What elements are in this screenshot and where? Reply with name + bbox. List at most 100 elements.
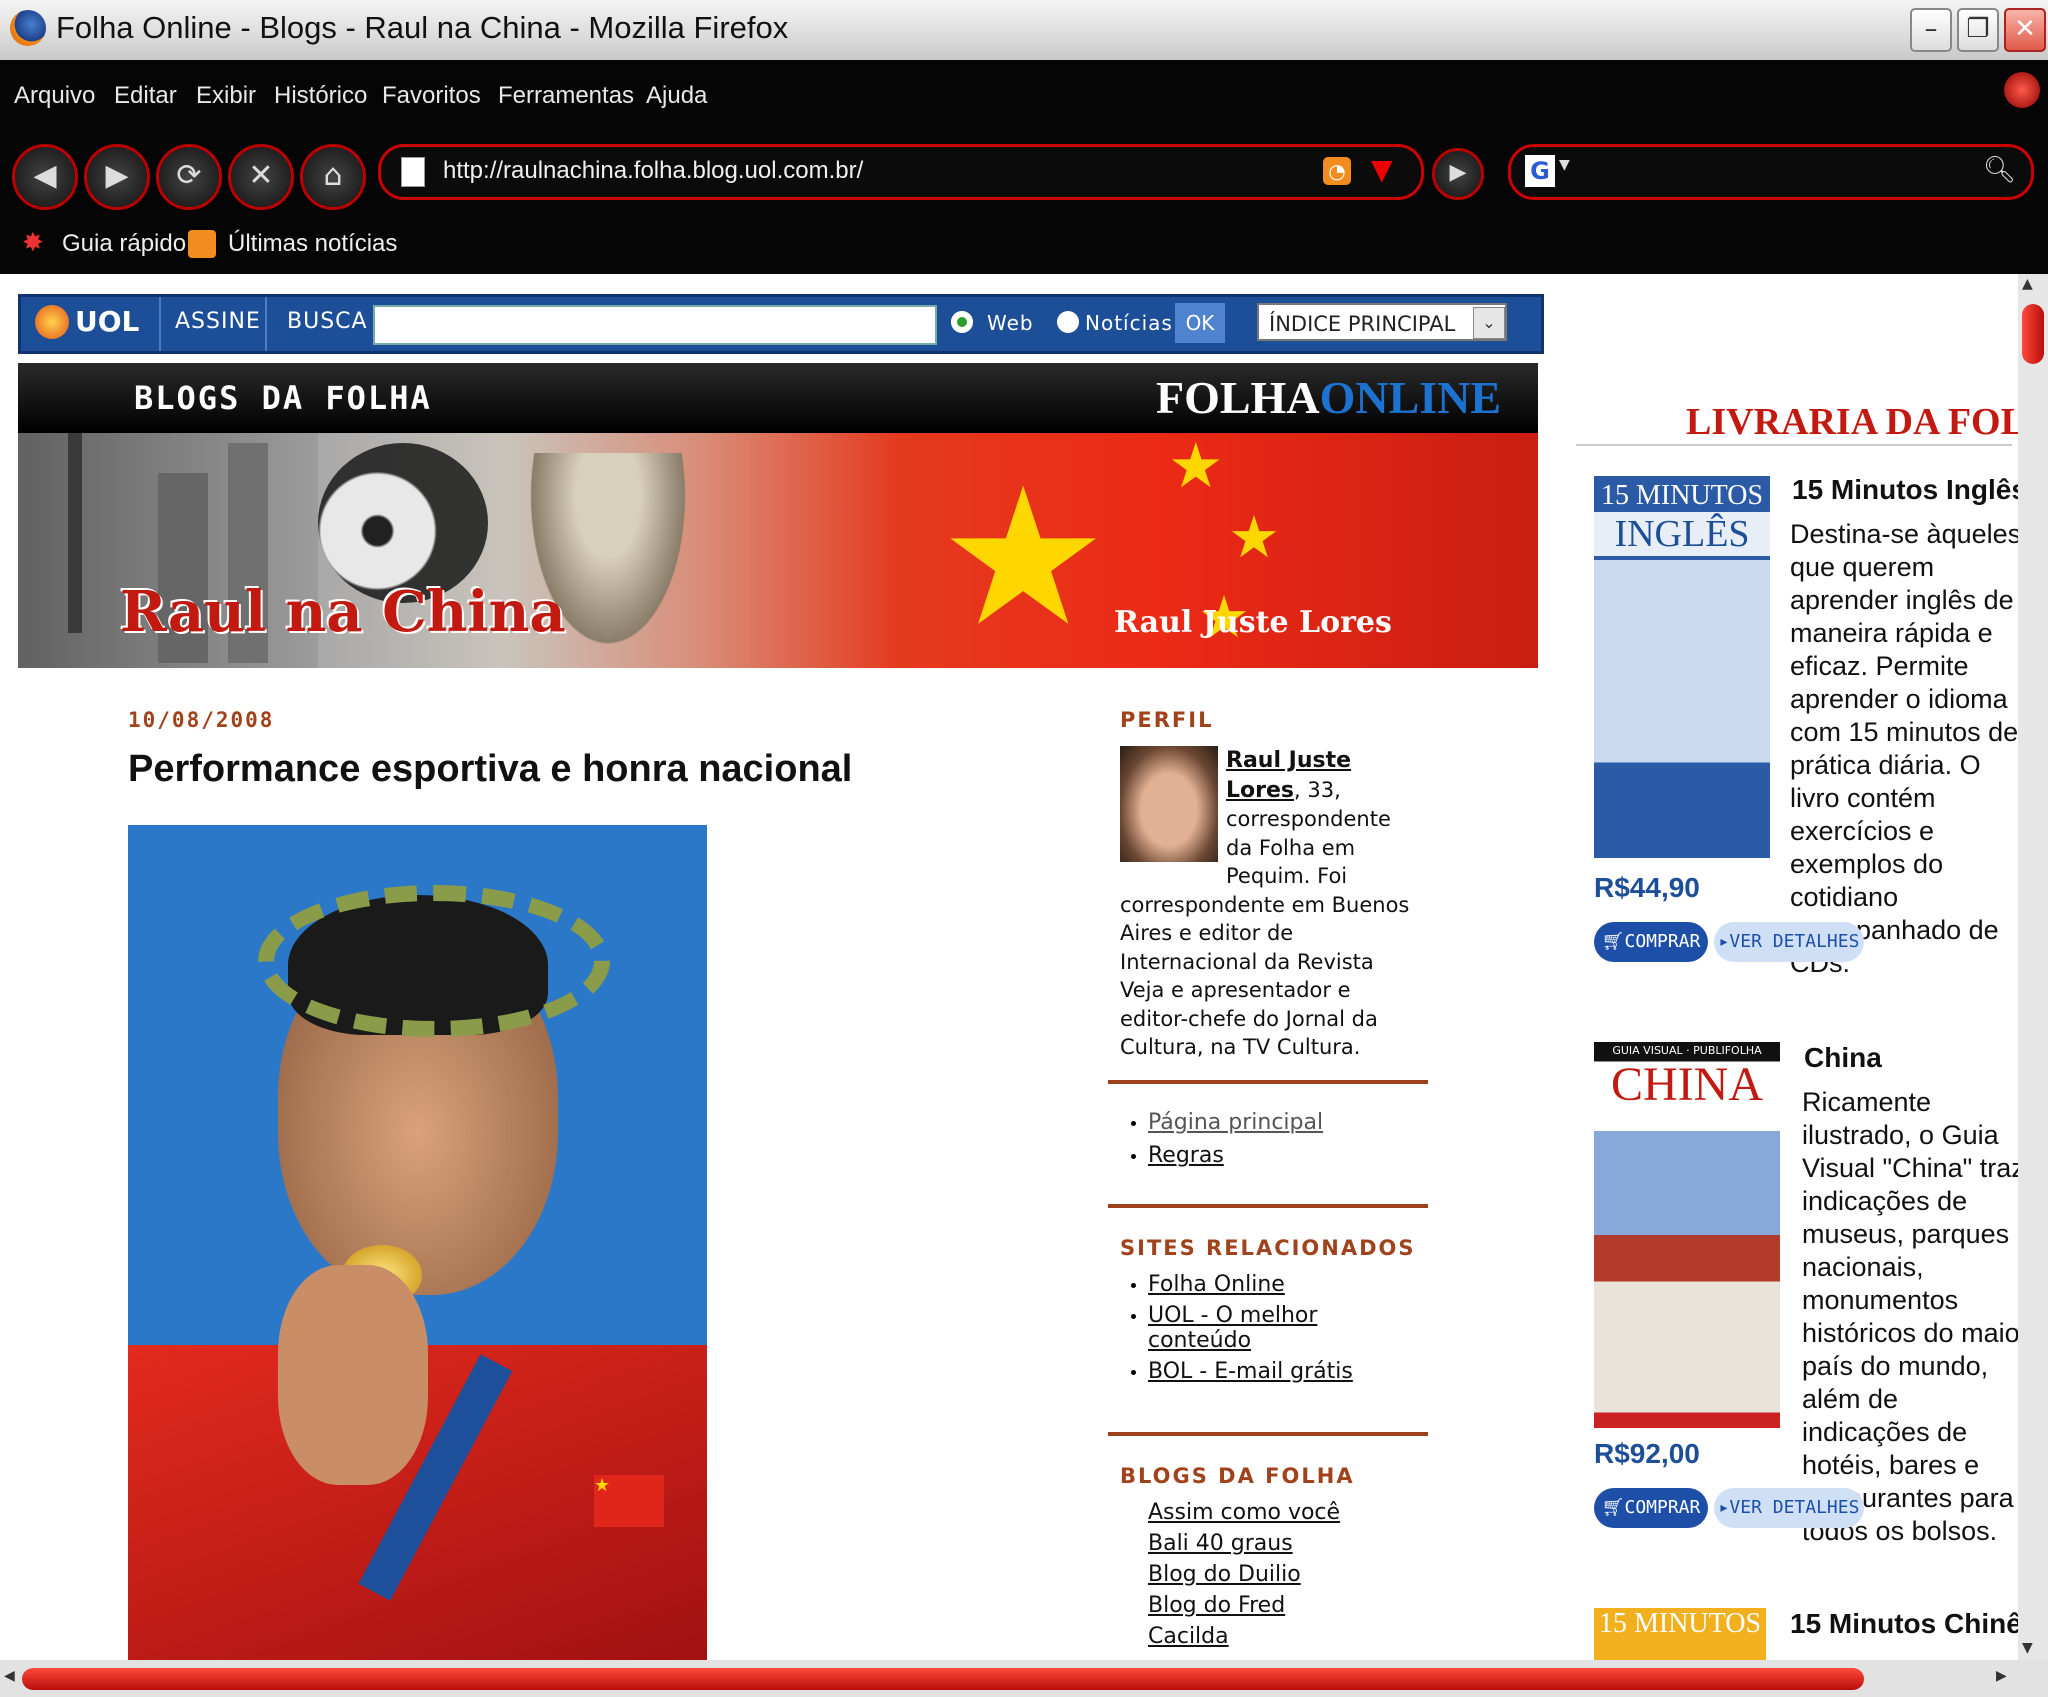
arrow-right-icon: ▸ <box>1718 1497 1730 1518</box>
minimize-button[interactable]: – <box>1910 8 1952 52</box>
stop-button[interactable]: ✕ <box>228 144 294 210</box>
uol-logo-icon[interactable] <box>35 305 69 339</box>
indice-principal-label: ÍNDICE PRINCIPAL <box>1269 312 1456 336</box>
cover-main: INGLÊS <box>1594 512 1770 556</box>
perfil-heading: PERFIL <box>1120 708 1214 732</box>
china-flag-patch: ★ <box>594 1475 664 1527</box>
url-text[interactable]: http://raulnachina.folha.blog.uol.com.br… <box>443 157 863 185</box>
post-title[interactable]: Performance esportiva e honra nacional <box>128 748 852 791</box>
sites-relacionados-heading: SITES RELACIONADOS <box>1120 1236 1416 1260</box>
dropdown-arrow-icon[interactable]: ▼ <box>1371 153 1393 186</box>
link-blog-do-duilio[interactable]: Blog do Duilio <box>1148 1562 1301 1587</box>
menu-ferramentas[interactable]: Ferramentas <box>498 82 634 110</box>
guia-rapido-icon: ✸ <box>22 228 44 258</box>
search-magnifier-icon[interactable]: 🔍︎ <box>1983 155 2016 185</box>
list-item: Bali 40 graus <box>1148 1531 1418 1556</box>
athlete-hand <box>278 1265 428 1485</box>
vertical-scroll-thumb[interactable] <box>2022 304 2044 364</box>
rss-feed-icon[interactable]: ◔ <box>1323 157 1351 185</box>
throbber-icon <box>2004 72 2040 108</box>
book-cover-ingles[interactable]: 15 MINUTOS INGLÊS <box>1594 476 1770 858</box>
list-item: Regras <box>1148 1143 1418 1168</box>
go-button[interactable]: ▶ <box>1432 148 1484 200</box>
list-item: Assim como você <box>1148 1500 1418 1525</box>
reload-button[interactable]: ⟳ <box>156 144 222 210</box>
radio-noticias[interactable] <box>1057 311 1079 333</box>
product-title[interactable]: 15 Minutos Inglês <box>1792 474 2027 506</box>
select-chevron-icon[interactable]: ⌄ <box>1473 307 1505 339</box>
home-button[interactable]: ⌂ <box>300 144 366 210</box>
divider <box>1108 1080 1428 1084</box>
product-description: Ricamente ilustrado, o Guia Visual "Chin… <box>1802 1087 2029 1546</box>
ver-detalhes-button[interactable]: ▸VER DETALHES <box>1714 922 1864 962</box>
link-uol[interactable]: UOL - O melhor conteúdo <box>1148 1303 1317 1353</box>
comprar-button[interactable]: 🛒︎COMPRAR <box>1594 1488 1708 1528</box>
menu-exibir[interactable]: Exibir <box>196 82 256 110</box>
link-bol[interactable]: BOL - E-mail grátis <box>1148 1359 1353 1384</box>
sites-links-list: Folha Online UOL - O melhor conteúdo BOL… <box>1148 1272 1418 1384</box>
ver-detalhes-label: VER DETALHES <box>1729 1497 1860 1518</box>
menu-arquivo[interactable]: Arquivo <box>14 82 95 110</box>
link-regras[interactable]: Regras <box>1148 1143 1224 1168</box>
window-title: Folha Online - Blogs - Raul na China - M… <box>56 10 789 45</box>
restore-button[interactable]: ❐ <box>1957 8 1999 52</box>
product-title[interactable]: China <box>1804 1042 1882 1074</box>
livraria-heading: LIVRARIA DA FOLHA <box>1686 401 2048 443</box>
google-engine-icon[interactable]: G <box>1525 155 1555 187</box>
blogs-da-folha-bar: BLOGS DA FOLHA FOLHAONLINE <box>18 363 1538 433</box>
close-window-button[interactable]: ✕ <box>2004 8 2046 52</box>
ver-detalhes-button[interactable]: ▸VER DETALHES <box>1714 1488 1864 1528</box>
ver-detalhes-label: VER DETALHES <box>1729 931 1860 952</box>
list-item: Blog do Fred <box>1148 1593 1418 1618</box>
list-item: Blog do Duilio <box>1148 1562 1418 1587</box>
folha-online-logo[interactable]: FOLHAONLINE <box>1156 371 1501 424</box>
product-title[interactable]: 15 Minutos Chinês <box>1790 1608 2037 1640</box>
comprar-button[interactable]: 🛒︎COMPRAR <box>1594 922 1708 962</box>
link-cacilda[interactable]: Cacilda <box>1148 1624 1229 1649</box>
address-bar[interactable]: http://raulnachina.folha.blog.uol.com.br… <box>378 144 1424 200</box>
list-item: Folha Online <box>1148 1272 1418 1297</box>
search-bar[interactable]: G ▼ 🔍︎ <box>1508 144 2034 200</box>
horizontal-scroll-thumb[interactable] <box>22 1668 1864 1690</box>
assine-link[interactable]: ASSINE <box>175 309 261 334</box>
browser-chrome: Arquivo Editar Exibir Histórico Favorito… <box>0 60 2048 274</box>
book-cover-chines[interactable]: 15 MINUTOS <box>1594 1608 1766 1664</box>
link-pagina-principal[interactable]: Página principal <box>1148 1110 1323 1135</box>
indice-principal-select[interactable]: ÍNDICE PRINCIPAL <box>1257 303 1507 341</box>
product-description: Destina-se àqueles que querem aprender i… <box>1790 519 2022 978</box>
menu-favoritos[interactable]: Favoritos <box>382 82 481 110</box>
link-bali-40-graus[interactable]: Bali 40 graus <box>1148 1531 1293 1556</box>
page-icon <box>401 157 425 187</box>
back-button[interactable]: ◀ <box>12 144 78 210</box>
menu-editar[interactable]: Editar <box>114 82 177 110</box>
engine-dropdown-icon[interactable]: ▼ <box>1559 157 1570 173</box>
horizontal-scrollbar[interactable]: ◀ ▶ <box>0 1660 2048 1697</box>
blog-banner: ★ ★ ★ ★ Raul na China Raul Juste Lores <box>18 429 1538 668</box>
radio-web[interactable] <box>951 311 973 333</box>
scroll-left-icon[interactable]: ◀ <box>4 1668 15 1684</box>
book-cover-china[interactable]: GUIA VISUAL · PUBLIFOLHA CHINA <box>1594 1042 1780 1428</box>
scroll-down-icon[interactable]: ▼ <box>2022 1640 2033 1656</box>
menu-ajuda[interactable]: Ajuda <box>646 82 707 110</box>
vertical-scrollbar[interactable]: ▲ ▼ <box>2018 274 2048 1664</box>
link-blog-do-fred[interactable]: Blog do Fred <box>1148 1593 1285 1618</box>
ok-button[interactable]: OK <box>1175 303 1225 343</box>
menu-historico[interactable]: Histórico <box>274 82 367 110</box>
uol-logo-text[interactable]: UOL <box>75 305 139 338</box>
bookmark-guia-rapido[interactable]: Guia rápido <box>62 230 186 258</box>
bookmark-ultimas-noticias[interactable]: Últimas notícias <box>228 230 397 258</box>
link-folha-online[interactable]: Folha Online <box>1148 1272 1285 1297</box>
tv-tower-graphic <box>68 433 82 633</box>
divider <box>1108 1204 1428 1208</box>
scroll-up-icon[interactable]: ▲ <box>2022 276 2033 292</box>
forward-button[interactable]: ▶ <box>84 144 150 210</box>
scroll-right-icon[interactable]: ▶ <box>1996 1668 2007 1684</box>
cover-main: CHINA <box>1611 1058 1763 1111</box>
busca-search-input[interactable] <box>373 305 937 345</box>
link-assim-como-voce[interactable]: Assim como você <box>1148 1500 1340 1525</box>
cover-top: 15 MINUTOS <box>1598 1608 1762 1639</box>
livraria-panel: LIVRARIA DA FOLHA 15 MINUTOS INGLÊS 15 M… <box>1572 274 2048 1664</box>
radio-web-label: Web <box>987 311 1034 335</box>
cover-top: GUIA VISUAL · PUBLIFOLHA <box>1612 1044 1762 1057</box>
comprar-label: COMPRAR <box>1624 931 1701 952</box>
